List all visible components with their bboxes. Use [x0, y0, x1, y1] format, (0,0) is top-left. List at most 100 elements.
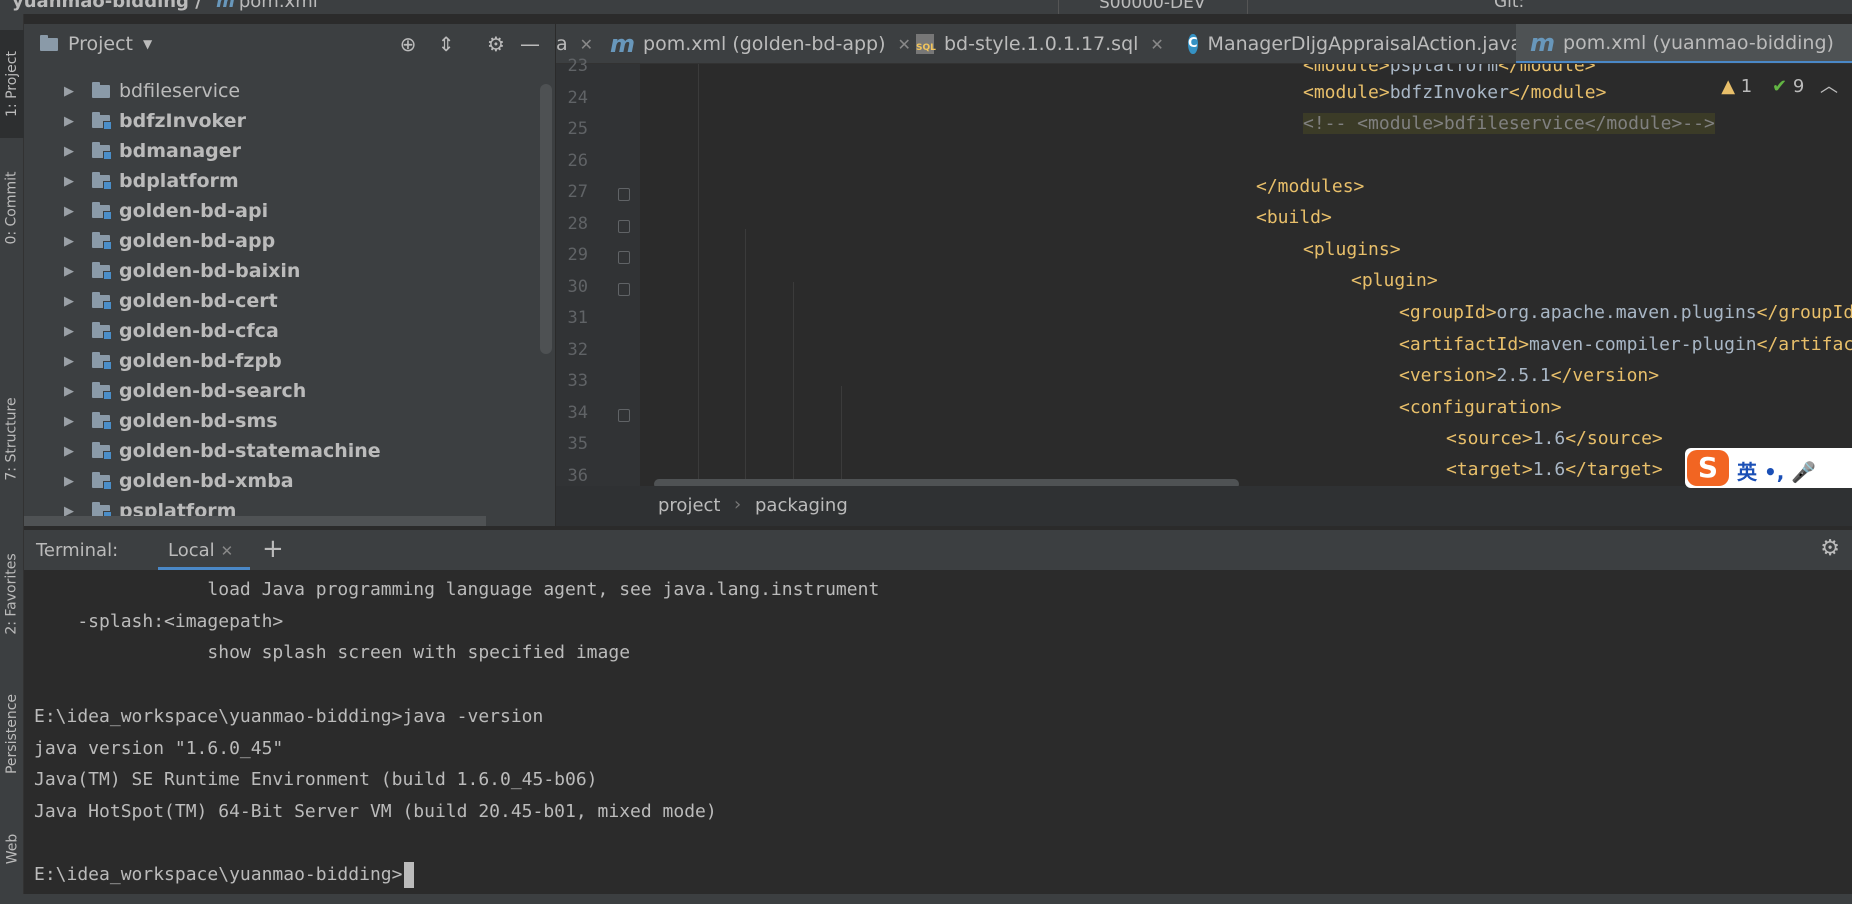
- chevron-right-icon[interactable]: ▶: [64, 324, 74, 339]
- line-number: 28: [567, 213, 588, 234]
- project-view-title[interactable]: Project: [68, 33, 133, 55]
- tree-item[interactable]: ▶ golden-bd-api: [24, 196, 539, 226]
- run-configuration-select[interactable]: S00000-DEV: [1058, 0, 1248, 14]
- indent-guide: [745, 229, 746, 486]
- hide-panel-icon[interactable]: —: [518, 32, 542, 56]
- inspection-widget[interactable]: ▲ 1 ✔ 9 ︿: [1721, 72, 1838, 98]
- folder-icon: [92, 202, 112, 220]
- chevron-right-icon[interactable]: ▶: [64, 204, 74, 219]
- fold-marker-icon[interactable]: [618, 251, 630, 264]
- code-line-25: <!-- <module>bdfileservice</module>-->: [1303, 113, 1715, 134]
- nav-breadcrumb: yuanmao-bidding / m pom.xml: [12, 0, 318, 12]
- ime-toolbar[interactable]: S 英 •, 🎤: [1685, 448, 1852, 488]
- folder-icon: [92, 352, 112, 370]
- breadcrumb-separator: ›: [734, 494, 742, 515]
- chevron-right-icon[interactable]: ▶: [64, 384, 74, 399]
- breadcrumb-project-tag[interactable]: project: [658, 495, 720, 516]
- new-terminal-plus-icon[interactable]: +: [262, 534, 284, 564]
- terminal-line: show splash screen with specified image: [34, 642, 631, 664]
- folder-icon: [92, 322, 112, 340]
- chevron-up-icon[interactable]: ︿: [1820, 76, 1838, 97]
- terminal-line: E:\idea_workspace\yuanmao-bidding>: [34, 859, 415, 890]
- tree-item[interactable]: ▶ bdmanager: [24, 136, 539, 166]
- chevron-down-icon[interactable]: ▼: [143, 37, 152, 51]
- tree-item[interactable]: ▶ bdplatform: [24, 166, 539, 196]
- maven-file-icon: m: [216, 0, 235, 12]
- folder-icon: [92, 172, 112, 190]
- terminal-output[interactable]: load Java programming language agent, se…: [24, 570, 1852, 904]
- chevron-right-icon[interactable]: ▶: [64, 294, 74, 309]
- chevron-right-icon[interactable]: ▶: [64, 414, 74, 429]
- maven-file-icon: m: [1530, 28, 1556, 57]
- line-number: 30: [567, 276, 588, 297]
- tool-tab-project[interactable]: 1: Project: [0, 30, 24, 138]
- code-line-27: </modules>: [1256, 176, 1365, 197]
- breadcrumb-file[interactable]: pom.xml: [239, 0, 318, 12]
- fold-marker-icon[interactable]: [618, 219, 630, 233]
- tree-item[interactable]: ▶ golden-bd-cert: [24, 286, 539, 316]
- tree-item-label: golden-bd-xmba: [119, 470, 294, 492]
- tree-horizontal-scrollbar[interactable]: [24, 516, 486, 526]
- tool-tab-structure[interactable]: 7: Structure: [0, 374, 24, 504]
- text-cursor: [404, 862, 415, 889]
- close-icon[interactable]: ✕: [898, 35, 911, 54]
- tree-item-label: golden-bd-cfca: [119, 320, 279, 342]
- line-number: 26: [567, 150, 588, 171]
- code-view[interactable]: <module>psplatform</module> <module>bdfz…: [640, 64, 1852, 486]
- breadcrumb-project[interactable]: yuanmao-bidding: [12, 0, 189, 12]
- folder-icon: [92, 472, 112, 490]
- close-icon[interactable]: ✕: [1150, 35, 1163, 54]
- tool-tab-web[interactable]: Web: [0, 814, 24, 884]
- fold-marker-icon[interactable]: [618, 188, 630, 201]
- chevron-right-icon[interactable]: ▶: [64, 474, 74, 489]
- editor-tab-java[interactable]: C ManagerDljgAppraisalAction.java✕: [1188, 24, 1548, 63]
- tree-item[interactable]: ▶ golden-bd-app: [24, 226, 539, 256]
- line-number: 24: [567, 87, 588, 108]
- tool-tab-persistence[interactable]: Persistence: [0, 674, 24, 794]
- fold-marker-icon[interactable]: [618, 408, 630, 422]
- chevron-right-icon[interactable]: ▶: [64, 84, 74, 99]
- tree-item-label: golden-bd-statemachine: [119, 440, 381, 462]
- tree-item[interactable]: ▶ bdfileservice: [24, 76, 539, 106]
- code-line-36: <target>1.6</target>: [1446, 459, 1663, 480]
- close-icon[interactable]: ✕: [221, 542, 234, 560]
- chevron-right-icon[interactable]: ▶: [64, 444, 74, 459]
- chevron-right-icon[interactable]: ▶: [64, 354, 74, 369]
- terminal-tab-local[interactable]: Local ✕: [158, 530, 250, 570]
- collapse-all-icon[interactable]: ⇕: [434, 32, 458, 56]
- warning-count: 1: [1740, 76, 1753, 97]
- tree-item-label: golden-bd-cert: [119, 290, 278, 312]
- tree-item[interactable]: ▶ golden-bd-search: [24, 376, 539, 406]
- terminal-header: Terminal: Local ✕ + ⚙: [24, 530, 1852, 570]
- chevron-right-icon[interactable]: ▶: [64, 264, 74, 279]
- gear-icon[interactable]: ⚙: [1820, 536, 1840, 561]
- tree-item[interactable]: ▶ golden-bd-xmba: [24, 466, 539, 496]
- chevron-right-icon[interactable]: ▶: [64, 234, 74, 249]
- tree-item[interactable]: ▶ golden-bd-fzpb: [24, 346, 539, 376]
- tree-item[interactable]: ▶ bdfzInvoker: [24, 106, 539, 136]
- tool-tab-commit[interactable]: 0: Commit: [0, 154, 24, 262]
- line-number: 25: [567, 119, 588, 139]
- tree-item[interactable]: ▶ golden-bd-cfca: [24, 316, 539, 346]
- terminal-line: Java(TM) SE Runtime Environment (build 1…: [34, 769, 598, 791]
- tree-vertical-scrollbar[interactable]: [540, 84, 552, 354]
- ime-status[interactable]: 英 •, 🎤: [1737, 456, 1816, 485]
- fold-marker-icon[interactable]: [618, 282, 630, 296]
- chevron-right-icon[interactable]: ▶: [64, 114, 74, 129]
- chevron-right-icon[interactable]: ▶: [64, 144, 74, 159]
- folder-icon: [92, 232, 112, 250]
- tree-item[interactable]: ▶ golden-bd-statemachine: [24, 436, 539, 466]
- tree-item[interactable]: ▶ golden-bd-baixin: [24, 256, 539, 286]
- editor-tab-sql[interactable]: SQL bd-style.1.0.1.17.sql ✕: [916, 24, 1182, 63]
- chevron-right-icon[interactable]: ▶: [64, 174, 74, 189]
- tree-item-label: golden-bd-sms: [119, 410, 278, 432]
- tool-tab-favorites[interactable]: 2: Favorites: [0, 534, 24, 654]
- editor-tab-pom-golden-bd-app[interactable]: m pom.xml (golden-bd-app) ✕: [610, 24, 911, 63]
- tree-item[interactable]: ▶ golden-bd-sms: [24, 406, 539, 436]
- editor-tab-pom-yuanmao-bidding[interactable]: m pom.xml (yuanmao-bidding): [1516, 24, 1852, 63]
- folder-icon: [92, 412, 112, 430]
- close-icon[interactable]: ✕: [580, 35, 593, 54]
- gear-icon[interactable]: ⚙: [484, 32, 508, 56]
- locate-target-icon[interactable]: ⊕: [396, 32, 420, 56]
- breadcrumb-packaging-tag[interactable]: packaging: [755, 495, 848, 516]
